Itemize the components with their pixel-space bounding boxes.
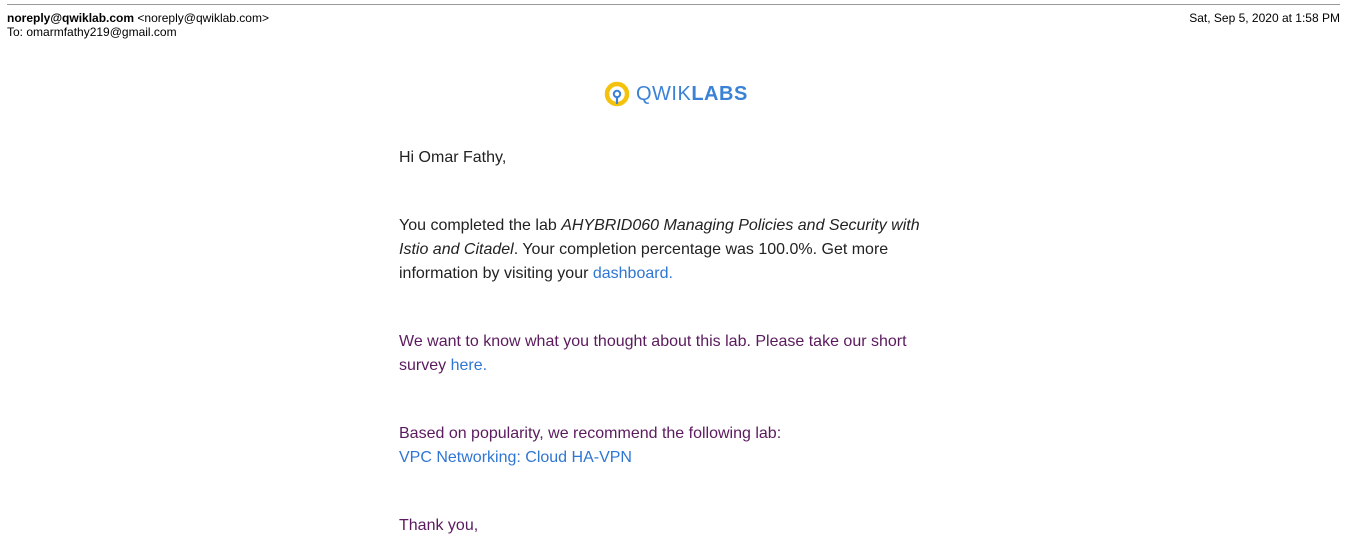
from-row: noreply@qwiklab.com <noreply@qwiklab.com… — [7, 11, 269, 25]
email-body: Hi Omar Fathy, You completed the lab AHY… — [399, 146, 929, 538]
greeting: Hi Omar Fathy, — [399, 149, 507, 166]
survey-link[interactable]: here — [451, 357, 483, 374]
survey-link-period[interactable]: . — [483, 357, 487, 374]
sender-name[interactable]: noreply@qwiklab.com — [7, 11, 134, 25]
survey-paragraph: We want to know what you thought about t… — [399, 330, 929, 378]
header-divider — [7, 4, 1340, 5]
to-label: To: — [7, 25, 24, 39]
logo-wordmark: QWIKLABS — [636, 81, 748, 107]
completion-paragraph: You completed the lab AHYBRID060 Managin… — [399, 214, 929, 286]
recommendation-text: Based on popularity, we recommend the fo… — [399, 425, 782, 442]
sender-address: <noreply@qwiklab.com> — [137, 11, 269, 25]
email-header: noreply@qwiklab.com <noreply@qwiklab.com… — [7, 11, 269, 39]
recommended-lab-link[interactable]: VPC Networking: Cloud HA-VPN — [399, 449, 632, 466]
dashboard-link-period[interactable]: . — [668, 265, 672, 282]
recommendation-paragraph: Based on popularity, we recommend the fo… — [399, 422, 929, 470]
sign-off: Thank you, — [399, 517, 479, 534]
qwiklabs-logo-icon — [604, 81, 630, 107]
to-row: To: omarmfathy219@gmail.com — [7, 25, 269, 39]
recipient-address: omarmfathy219@gmail.com — [26, 25, 177, 39]
email-date: Sat, Sep 5, 2020 at 1:58 PM — [1189, 11, 1340, 25]
logo-text-light: QWIK — [636, 83, 692, 105]
logo-text-bold: LABS — [691, 83, 748, 105]
qwiklabs-logo[interactable]: QWIKLABS — [604, 80, 748, 108]
completion-prefix: You completed the lab — [399, 217, 562, 234]
dashboard-link[interactable]: dashboard — [593, 265, 669, 282]
